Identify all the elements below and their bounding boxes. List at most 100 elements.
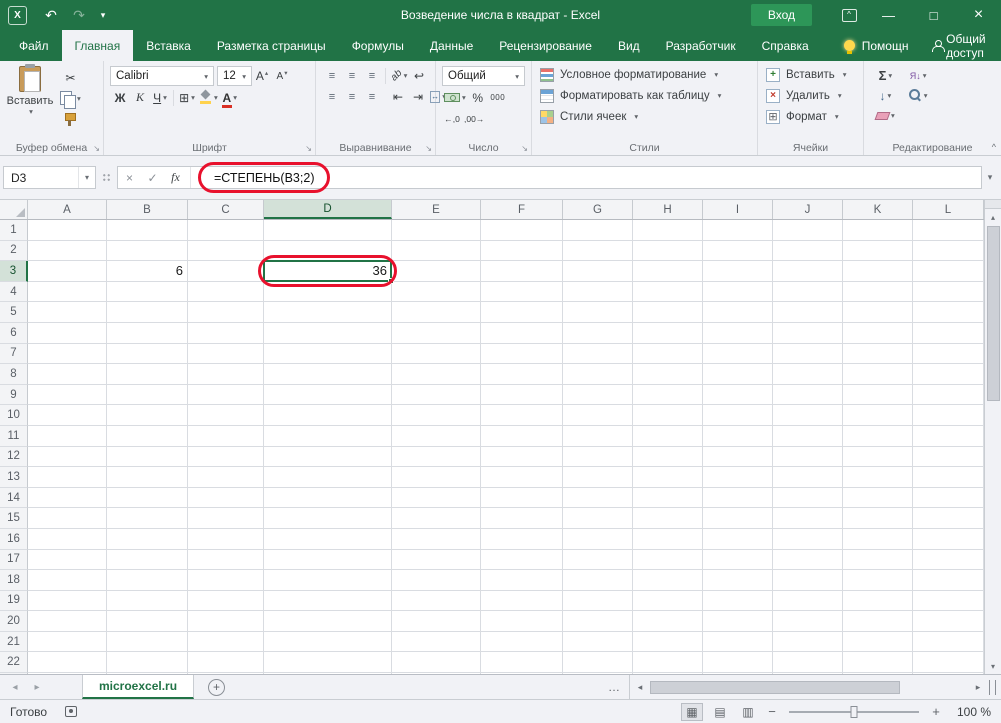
cell-G7[interactable] xyxy=(563,343,633,365)
cell-K4[interactable] xyxy=(843,281,913,303)
minimize-button[interactable]: — xyxy=(866,0,911,30)
increase-font-size-button[interactable]: А ▴ xyxy=(252,67,272,86)
macro-record-button[interactable] xyxy=(65,706,78,717)
cell-E11[interactable] xyxy=(392,425,481,447)
cell-I17[interactable] xyxy=(703,549,773,571)
cell-I3[interactable] xyxy=(703,261,773,282)
cell-I14[interactable] xyxy=(703,487,773,509)
cell-D9[interactable] xyxy=(264,384,392,406)
cut-button[interactable]: ✂ xyxy=(58,68,83,87)
increase-decimal-button[interactable]: ←,0 xyxy=(442,109,462,128)
cell-J1[interactable] xyxy=(773,220,843,241)
cell-B7[interactable] xyxy=(107,343,188,365)
cell-J14[interactable] xyxy=(773,487,843,509)
cell-I22[interactable] xyxy=(703,652,773,674)
cell-H16[interactable] xyxy=(633,528,703,550)
cell-E9[interactable] xyxy=(392,384,481,406)
row-header-4[interactable]: 4 xyxy=(0,281,28,303)
clipboard-dialog-launcher[interactable]: ↘ xyxy=(93,144,100,153)
tab-scroll-ellipsis[interactable]: … xyxy=(608,680,621,694)
cell-L3[interactable] xyxy=(913,261,984,282)
cell-K7[interactable] xyxy=(843,343,913,365)
bold-button[interactable]: Ж xyxy=(110,88,130,107)
cell-F13[interactable] xyxy=(481,467,563,488)
number-dialog-launcher[interactable]: ↘ xyxy=(521,144,528,153)
cell-C12[interactable] xyxy=(188,446,264,468)
cell-B15[interactable] xyxy=(107,508,188,529)
cell-K1[interactable] xyxy=(843,220,913,241)
cell-L9[interactable] xyxy=(913,384,984,406)
cell-I8[interactable] xyxy=(703,364,773,385)
next-sheet-button[interactable]: ▸ xyxy=(26,675,48,699)
conditional-formatting-button[interactable]: Условное форматирование ▾ xyxy=(534,64,755,85)
cell-C5[interactable] xyxy=(188,302,264,323)
column-header-L[interactable]: L xyxy=(913,200,984,219)
cell-D4[interactable] xyxy=(264,281,392,303)
cell-K18[interactable] xyxy=(843,570,913,591)
cell-E1[interactable] xyxy=(392,220,481,241)
cell-K10[interactable] xyxy=(843,405,913,426)
cell-H3[interactable] xyxy=(633,261,703,282)
cell-B19[interactable] xyxy=(107,590,188,612)
cell-E17[interactable] xyxy=(392,549,481,571)
column-header-F[interactable]: F xyxy=(481,200,563,219)
cell-A5[interactable] xyxy=(28,302,107,323)
cell-A13[interactable] xyxy=(28,467,107,488)
cell-L5[interactable] xyxy=(913,302,984,323)
cell-D11[interactable] xyxy=(264,425,392,447)
cell-K15[interactable] xyxy=(843,508,913,529)
cell-L22[interactable] xyxy=(913,652,984,674)
cell-I15[interactable] xyxy=(703,508,773,529)
align-middle-button[interactable]: ≡ xyxy=(342,66,362,85)
cell-G18[interactable] xyxy=(563,570,633,591)
cell-A4[interactable] xyxy=(28,281,107,303)
cell-A3[interactable] xyxy=(28,261,107,282)
cell-G19[interactable] xyxy=(563,590,633,612)
cell-F3[interactable] xyxy=(481,261,563,282)
clear-button[interactable]: ▾ xyxy=(874,106,897,125)
cell-E15[interactable] xyxy=(392,508,481,529)
cell-E10[interactable] xyxy=(392,405,481,426)
cell-A12[interactable] xyxy=(28,446,107,468)
cell-F12[interactable] xyxy=(481,446,563,468)
sheet-tab-active[interactable]: microexcel.ru xyxy=(82,675,195,699)
cell-K14[interactable] xyxy=(843,487,913,509)
cell-I16[interactable] xyxy=(703,528,773,550)
cell-L8[interactable] xyxy=(913,364,984,385)
zoom-out-button[interactable]: − xyxy=(765,704,779,719)
cell-A7[interactable] xyxy=(28,343,107,365)
cell-K21[interactable] xyxy=(843,631,913,653)
cell-A10[interactable] xyxy=(28,405,107,426)
cell-E18[interactable] xyxy=(392,570,481,591)
cell-H11[interactable] xyxy=(633,425,703,447)
cell-E20[interactable] xyxy=(392,611,481,632)
cell-E22[interactable] xyxy=(392,652,481,674)
cell-G10[interactable] xyxy=(563,405,633,426)
horizontal-scrollbar[interactable]: ◂ ▸ xyxy=(629,675,1001,699)
new-sheet-button[interactable]: + xyxy=(208,678,226,696)
cell-I1[interactable] xyxy=(703,220,773,241)
cell-K13[interactable] xyxy=(843,467,913,488)
cell-B16[interactable] xyxy=(107,528,188,550)
cell-E14[interactable] xyxy=(392,487,481,509)
enter-formula-button[interactable]: ✓ xyxy=(141,171,164,185)
align-top-button[interactable]: ≡ xyxy=(322,66,342,85)
cell-H20[interactable] xyxy=(633,611,703,632)
row-header-5[interactable]: 5 xyxy=(0,302,28,323)
cell-C2[interactable] xyxy=(188,240,264,262)
cell-J10[interactable] xyxy=(773,405,843,426)
cell-K2[interactable] xyxy=(843,240,913,262)
cell-G9[interactable] xyxy=(563,384,633,406)
ribbon-tab-2[interactable]: Вставка xyxy=(133,30,204,61)
cell-K9[interactable] xyxy=(843,384,913,406)
redo-button[interactable]: ↷ xyxy=(65,7,93,24)
cell-G12[interactable] xyxy=(563,446,633,468)
cell-C14[interactable] xyxy=(188,487,264,509)
cell-E8[interactable] xyxy=(392,364,481,385)
format-as-table-button[interactable]: Форматировать как таблицу ▾ xyxy=(534,85,755,106)
ribbon-tab-5[interactable]: Данные xyxy=(417,30,486,61)
cell-I9[interactable] xyxy=(703,384,773,406)
cell-I21[interactable] xyxy=(703,631,773,653)
tell-me-button[interactable]: Помощн xyxy=(832,30,921,61)
cell-I12[interactable] xyxy=(703,446,773,468)
